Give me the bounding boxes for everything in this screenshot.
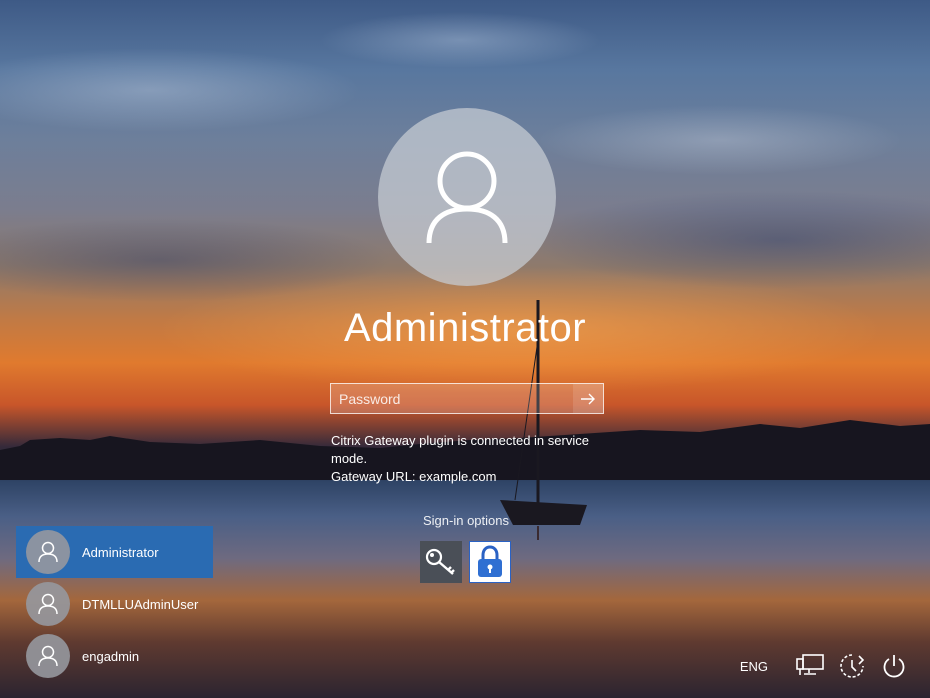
user-list-item-engadmin[interactable]: engadmin <box>16 630 213 682</box>
network-button[interactable] <box>794 650 826 682</box>
language-indicator[interactable]: ENG <box>740 659 768 674</box>
network-icon <box>796 654 824 675</box>
gateway-message: Citrix Gateway plugin is connected in se… <box>331 432 621 486</box>
user-list-item-label: DTMLLUAdminUser <box>82 596 199 612</box>
gateway-url-text: Gateway URL: example.com <box>331 469 497 484</box>
user-avatar <box>378 108 556 286</box>
power-button[interactable] <box>878 650 910 682</box>
user-list-item-dtmlluadminuser[interactable]: DTMLLUAdminUser <box>16 578 213 630</box>
user-icon <box>38 645 58 667</box>
key-icon <box>425 548 455 575</box>
user-avatar-small <box>26 634 70 678</box>
submit-button[interactable] <box>573 384 603 413</box>
ease-of-access-icon <box>840 654 865 678</box>
user-avatar-small <box>26 582 70 626</box>
arrow-right-icon <box>581 393 595 404</box>
user-icon <box>38 541 58 563</box>
password-input[interactable] <box>331 384 573 413</box>
sign-in-option-lock[interactable] <box>469 541 511 583</box>
password-box <box>330 383 604 414</box>
ease-of-access-button[interactable] <box>836 650 868 682</box>
sign-in-options-label[interactable]: Sign-in options <box>400 513 532 528</box>
lock-icon <box>478 545 502 577</box>
user-list-item-label: engadmin <box>82 648 140 664</box>
user-list-item-label: Administrator <box>82 544 159 560</box>
user-display-name: Administrator <box>343 306 587 350</box>
gateway-status-text: Citrix Gateway plugin is connected in se… <box>331 433 589 466</box>
user-switcher-list: Administrator DTMLLUAdminUser engadmin <box>16 526 213 682</box>
system-tray: ENG <box>740 650 910 682</box>
user-icon <box>38 593 58 615</box>
sign-in-option-key[interactable] <box>420 541 462 583</box>
user-list-item-administrator[interactable]: Administrator <box>16 526 213 578</box>
user-icon <box>426 151 508 244</box>
power-icon <box>883 655 905 678</box>
user-avatar-small <box>26 530 70 574</box>
